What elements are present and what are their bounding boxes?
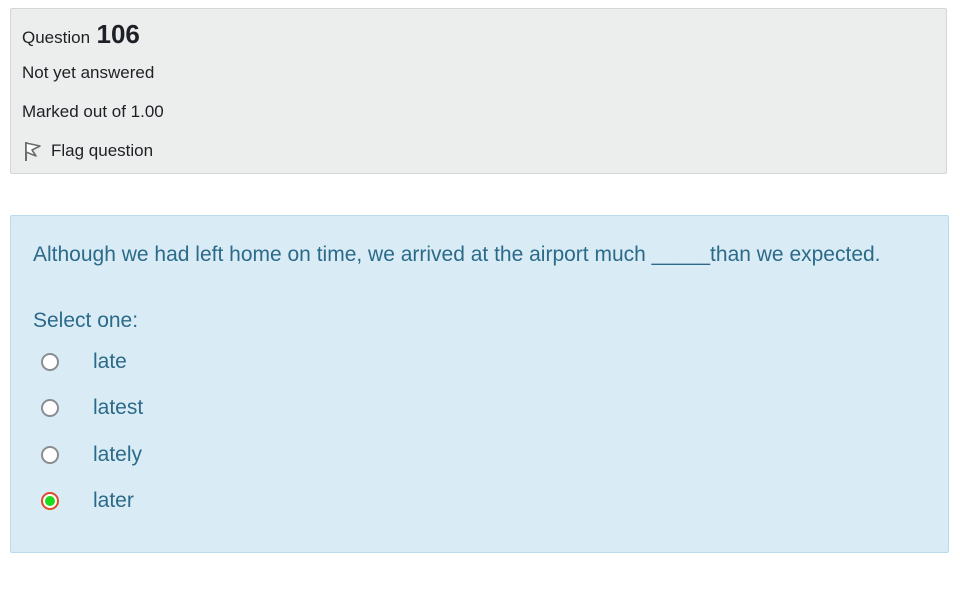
question-content-panel: Although we had left home on time, we ar… <box>10 215 949 553</box>
radio-button[interactable] <box>41 446 59 464</box>
flag-question-button[interactable]: Flag question <box>22 139 153 163</box>
radio-button[interactable] <box>41 399 59 417</box>
flag-icon <box>25 142 41 161</box>
question-number-value: 106 <box>96 19 140 49</box>
flag-question-label: Flag question <box>51 141 154 160</box>
answer-label: late <box>93 350 127 373</box>
question-text: Although we had left home on time, we ar… <box>33 243 881 266</box>
answer-label: later <box>93 489 134 512</box>
radio-button[interactable] <box>41 353 59 371</box>
answer-option-latest[interactable]: latest <box>41 395 143 421</box>
question-state: Not yet answered <box>22 63 155 82</box>
answer-option-late[interactable]: late <box>41 349 127 375</box>
radio-button-selected[interactable] <box>41 492 59 510</box>
select-one-prompt: Select one: <box>33 309 139 332</box>
answer-option-later[interactable]: later <box>41 488 134 514</box>
answer-option-lately[interactable]: lately <box>41 442 142 468</box>
question-grade: Marked out of 1.00 <box>22 102 164 121</box>
question-number: Question 106 <box>22 19 140 50</box>
answer-label: lately <box>93 443 143 466</box>
question-info-panel: Question 106 Not yet answered Marked out… <box>10 8 947 174</box>
question-label: Question <box>22 28 91 47</box>
answer-label: latest <box>93 396 144 419</box>
